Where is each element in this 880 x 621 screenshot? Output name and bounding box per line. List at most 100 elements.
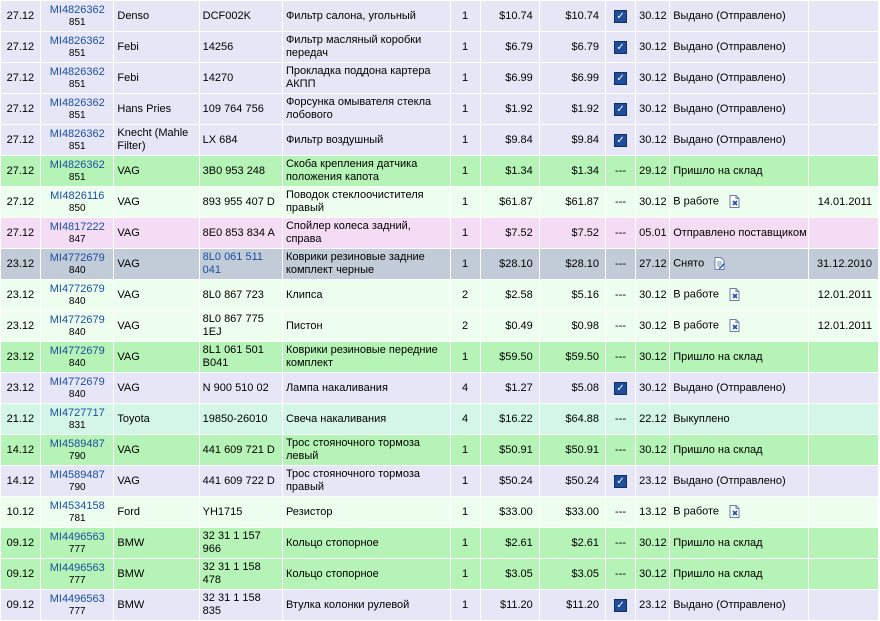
table-row[interactable]: 27.12 MI4817222 847 VAG 8E0 853 834 A Спойлер… <box>1 218 878 248</box>
cancel-doc-icon[interactable] <box>729 288 740 302</box>
order-number[interactable]: MI4817222 847 <box>41 218 114 248</box>
order-number[interactable]: MI4826362 851 <box>41 125 114 155</box>
order-number[interactable]: MI4826362 851 <box>41 1 114 31</box>
order-link[interactable]: MI4826362 <box>44 97 110 110</box>
order-number[interactable]: MI4826116 850 <box>41 187 114 217</box>
table-row[interactable]: 23.12 MI4772679 840 VAG 8L0 867 723 Клипса 2 $2… <box>1 280 878 310</box>
delivered-checkbox-cell[interactable]: ✓ <box>606 63 636 93</box>
order-number[interactable]: MI4772679 840 <box>41 249 114 279</box>
table-row[interactable]: 14.12 MI4589487 790 VAG 441 609 721 D Трос ст… <box>1 435 878 465</box>
checkbox-checked-icon[interactable]: ✓ <box>614 102 628 116</box>
deadline-date <box>808 94 878 124</box>
order-number[interactable]: MI4826362 851 <box>41 63 114 93</box>
order-link[interactable]: MI4817222 <box>44 221 110 234</box>
status-text: Снято <box>673 257 705 270</box>
brand: VAG <box>114 342 199 372</box>
part-code[interactable]: 8L0 061 511 041 <box>199 249 282 279</box>
order-link[interactable]: MI4772679 <box>44 376 110 389</box>
order-number[interactable]: MI4496563 777 <box>41 528 114 558</box>
order-number[interactable]: MI4772679 840 <box>41 280 114 310</box>
order-link[interactable]: MI4496563 <box>44 562 110 575</box>
table-row[interactable]: 27.12 MI4826116 850 VAG 893 955 407 D Поводок… <box>1 187 878 217</box>
order-sub-number: 777 <box>68 605 86 617</box>
order-link[interactable]: MI4826362 <box>44 128 110 141</box>
order-link[interactable]: MI4826362 <box>44 66 110 79</box>
order-link[interactable]: MI4826116 <box>44 190 110 203</box>
table-row[interactable]: 21.12 MI4727717 831 Toyota 19850-26010 Свеча … <box>1 404 878 434</box>
checkbox-checked-icon[interactable]: ✓ <box>614 71 628 85</box>
edit-doc-icon[interactable] <box>714 257 726 271</box>
table-row[interactable]: 27.12 MI4826362 851 Febi 14256 Фильтр масляны… <box>1 32 878 62</box>
order-number[interactable]: MI4772679 840 <box>41 311 114 341</box>
delivered-checkbox-cell[interactable]: ✓ <box>606 32 636 62</box>
order-number[interactable]: MI4589487 790 <box>41 466 114 496</box>
order-number[interactable]: MI4826362 851 <box>41 156 114 186</box>
table-row[interactable]: 27.12 MI4826362 851 Knecht (Mahle Filter) LX… <box>1 125 878 155</box>
order-link[interactable]: MI4826362 <box>44 159 110 172</box>
table-row[interactable]: 23.12 MI4772679 840 VAG 8L0 061 511 041 Коври… <box>1 249 878 279</box>
quantity: 1 <box>450 94 480 124</box>
order-link[interactable]: MI4772679 <box>44 252 110 265</box>
table-row[interactable]: 23.12 MI4772679 840 VAG N 900 510 02 Лампа на… <box>1 373 878 403</box>
order-link[interactable]: MI4772679 <box>44 345 110 358</box>
checkbox-checked-icon[interactable]: ✓ <box>614 598 628 612</box>
part-code-link[interactable]: 8L0 061 511 041 <box>203 251 263 276</box>
table-row[interactable]: 09.12 MI4496563 777 BMW 32 31 1 157 966 Кольц… <box>1 528 878 558</box>
status-date: 30.12 <box>636 32 670 62</box>
delivered-checkbox-cell[interactable]: ✓ <box>606 94 636 124</box>
delivered-checkbox-cell[interactable]: ✓ <box>606 373 636 403</box>
cancel-doc-icon[interactable] <box>729 319 740 333</box>
table-row[interactable]: 27.12 MI4826362 851 Febi 14270 Прокладка подд… <box>1 63 878 93</box>
order-number[interactable]: MI4727717 831 <box>41 404 114 434</box>
part-description: Пистон <box>282 311 450 341</box>
order-number[interactable]: MI4589487 790 <box>41 435 114 465</box>
checkbox-checked-icon[interactable]: ✓ <box>614 9 628 23</box>
order-number[interactable]: MI4534158 781 <box>41 497 114 527</box>
table-row[interactable]: 23.12 MI4772679 840 VAG 8L1 061 501 B041 Ковр… <box>1 342 878 372</box>
order-number[interactable]: MI4496563 777 <box>41 559 114 589</box>
table-row[interactable]: 09.12 MI4496563 777 BMW 32 31 1 158 478 Кольц… <box>1 559 878 589</box>
table-row[interactable]: 14.12 MI4589487 790 VAG 441 609 722 D Трос ст… <box>1 466 878 496</box>
order-number[interactable]: MI4496563 777 <box>41 590 114 620</box>
table-row[interactable]: 27.12 MI4826362 851 Hans Pries 109 764 756 Фо… <box>1 94 878 124</box>
delivered-checkbox-cell[interactable]: ✓ <box>606 590 636 620</box>
order-number[interactable]: MI4826362 851 <box>41 94 114 124</box>
order-number[interactable]: MI4826362 851 <box>41 32 114 62</box>
cancel-doc-icon[interactable] <box>729 195 740 209</box>
order-link[interactable]: MI4727717 <box>44 407 110 420</box>
delivered-checkbox-cell[interactable]: ✓ <box>606 1 636 31</box>
part-code: 32 31 1 158 835 <box>199 590 282 620</box>
order-link[interactable]: MI4589487 <box>44 438 110 451</box>
order-number[interactable]: MI4772679 840 <box>41 342 114 372</box>
order-link[interactable]: MI4589487 <box>44 469 110 482</box>
order-link[interactable]: MI4826362 <box>44 35 110 48</box>
checkbox-checked-icon[interactable]: ✓ <box>614 474 628 488</box>
table-row[interactable]: 10.12 MI4534158 781 Ford YH1715 Резистор 1 $33.… <box>1 497 878 527</box>
order-link[interactable]: MI4826362 <box>44 4 110 17</box>
dash-cell: --- <box>606 249 636 279</box>
order-link[interactable]: MI4496563 <box>44 593 110 606</box>
order-date: 27.12 <box>1 32 41 62</box>
order-link[interactable]: MI4534158 <box>44 500 110 513</box>
order-number[interactable]: MI4772679 840 <box>41 373 114 403</box>
checkbox-checked-icon[interactable]: ✓ <box>614 40 628 54</box>
table-row[interactable]: 09.12 MI4496563 777 BMW 32 31 1 158 835 Втулк… <box>1 590 878 620</box>
order-link[interactable]: MI4496563 <box>44 531 110 544</box>
delivered-checkbox-cell[interactable]: ✓ <box>606 466 636 496</box>
table-row[interactable]: 23.12 MI4772679 840 VAG 8L0 867 775 1EJ Писто… <box>1 311 878 341</box>
table-row[interactable]: 27.12 MI4826362 851 Denso DCF002K Фильтр сало… <box>1 1 878 31</box>
order-link[interactable]: MI4772679 <box>44 283 110 296</box>
unit-price: $6.79 <box>480 32 539 62</box>
cancel-doc-icon[interactable] <box>729 505 740 519</box>
order-link[interactable]: MI4772679 <box>44 314 110 327</box>
delivered-checkbox-cell[interactable]: ✓ <box>606 125 636 155</box>
checkbox-checked-icon[interactable]: ✓ <box>614 381 628 395</box>
status-date: 30.12 <box>636 373 670 403</box>
checkbox-checked-icon[interactable]: ✓ <box>614 133 628 147</box>
total-sum: $64.88 <box>539 404 605 434</box>
status: Пришло на склад <box>670 559 808 589</box>
table-row[interactable]: 27.12 MI4826362 851 VAG 3B0 953 248 Скоба кре… <box>1 156 878 186</box>
status-text: Пришло на склад <box>673 164 763 177</box>
unit-price: $2.58 <box>480 280 539 310</box>
order-date: 23.12 <box>1 280 41 310</box>
